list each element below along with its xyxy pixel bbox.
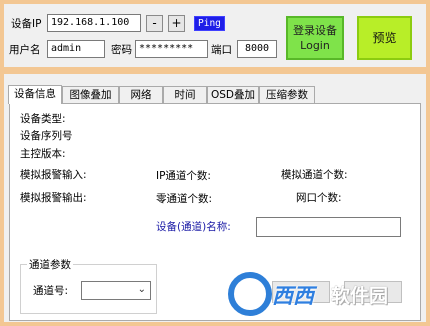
analog-channels-label: 模拟通道个数: [281, 169, 348, 181]
preview-button[interactable]: 预览 [357, 16, 412, 60]
username-label: 用户名 [9, 44, 41, 56]
tab-network[interactable]: 网络 [119, 86, 163, 103]
minus-button[interactable]: - [146, 15, 163, 32]
zero-channels-label: 零通道个数: [156, 193, 213, 205]
ip-input[interactable]: 192.168.1.100 [47, 14, 141, 32]
plus-button[interactable]: + [168, 15, 185, 32]
tab-compression[interactable]: 压缩参数 [259, 86, 315, 103]
chevron-down-icon: ⌄ [137, 284, 146, 295]
watermark-logo: 西西 软件园 [228, 272, 424, 318]
channel-params-group: 通道参数 通道号: ⌄ [20, 257, 157, 314]
channel-params-title: 通道参数 [27, 257, 73, 272]
login-button[interactable]: 登录设备 Login [286, 16, 344, 60]
port-label: 端口 [211, 44, 232, 56]
tab-image-overlay[interactable]: 图像叠加 [62, 86, 119, 103]
username-input[interactable]: admin [47, 40, 105, 58]
ping-button[interactable]: Ping [194, 16, 225, 31]
alarm-input-label: 模拟报警输入: [20, 169, 87, 181]
firmware-version-label: 主控版本: [20, 148, 66, 160]
watermark-text-blue: 西西 [272, 284, 314, 308]
alarm-output-label: 模拟报警输出: [20, 192, 87, 204]
ip-label: 设备IP [11, 18, 42, 30]
login-button-label-en: Login [300, 39, 330, 52]
serial-number-label: 设备序列号 [20, 130, 73, 142]
channel-number-select[interactable]: ⌄ [81, 281, 151, 300]
channel-number-label: 通道号: [33, 285, 69, 297]
channel-name-input[interactable] [256, 217, 401, 237]
port-input[interactable]: 8000 [237, 40, 277, 58]
tab-osd-overlay[interactable]: OSD叠加 [207, 86, 259, 103]
watermark-text-white: 软件园 [331, 285, 389, 307]
tab-time[interactable]: 时间 [163, 86, 207, 103]
device-type-label: 设备类型: [20, 113, 66, 125]
login-button-label-cn: 登录设备 [293, 24, 337, 37]
password-input[interactable]: ********* [135, 40, 208, 58]
tab-device-info[interactable]: 设备信息 [8, 85, 62, 104]
channel-name-label: 设备(通道)名称: [156, 221, 231, 233]
password-label: 密码 [111, 44, 132, 56]
ip-channels-label: IP通道个数: [156, 170, 211, 182]
net-ports-label: 网口个数: [296, 192, 342, 204]
divider-stripe [4, 67, 426, 74]
